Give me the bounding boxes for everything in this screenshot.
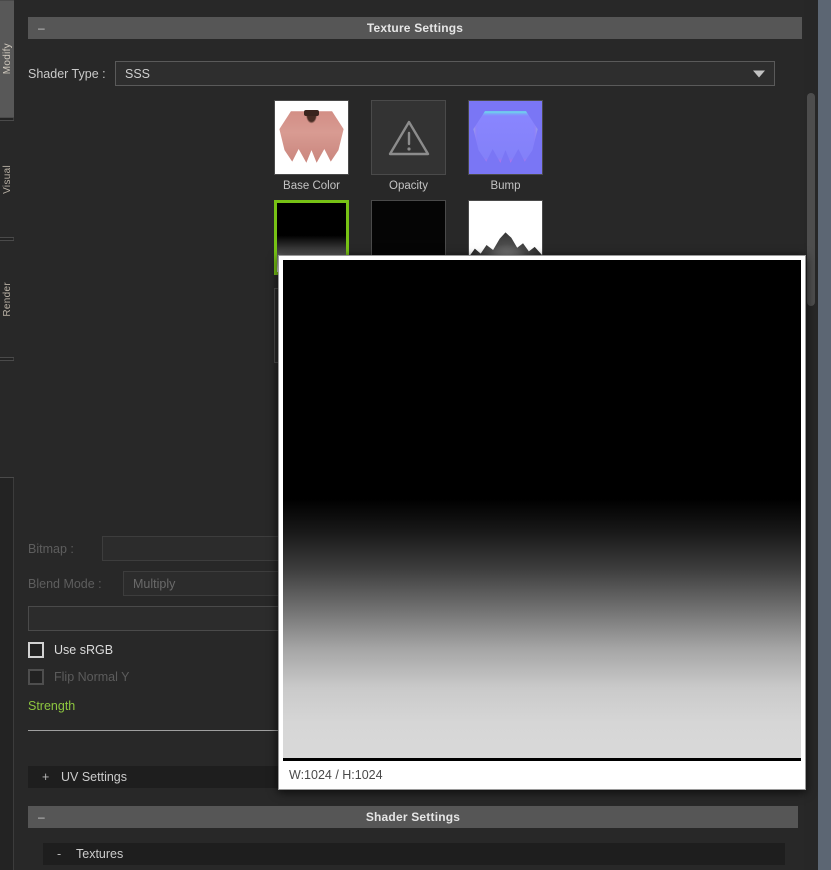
textures-group-label: Textures — [76, 847, 124, 861]
texture-thumbnail[interactable] — [468, 100, 543, 175]
sidebar-tab-visual-label: Visual — [1, 164, 13, 194]
texture-slot-bump[interactable]: Bump — [468, 100, 543, 192]
warning-triangle-icon — [388, 120, 429, 155]
texture-preview-popup: W:1024 / H:1024 — [278, 255, 806, 790]
use-srgb-checkbox[interactable] — [28, 642, 44, 658]
shader-type-value: SSS — [125, 66, 151, 81]
shader-type-label: Shader Type : — [28, 66, 106, 81]
texture-slot-label: Bump — [490, 180, 521, 192]
blend-mode-label: Blend Mode : — [28, 576, 102, 591]
panel-scrollbar[interactable] — [804, 0, 818, 870]
flip-normal-y-label: Flip Normal Y — [54, 670, 130, 684]
base-color-texture-image — [275, 101, 348, 174]
collapse-minus-icon[interactable]: – — [38, 806, 52, 828]
texture-settings-header[interactable]: – Texture Settings — [28, 17, 802, 39]
bump-texture-image — [469, 101, 542, 174]
sidebar-tab-modify-label: Modify — [1, 43, 13, 75]
expand-plus-icon[interactable]: + — [42, 770, 49, 784]
texture-thumbnail[interactable] — [371, 100, 446, 175]
blend-mode-value: Multiply — [133, 576, 176, 591]
shader-settings-title: Shader Settings — [365, 810, 461, 824]
scrollbar-thumb[interactable] — [807, 93, 815, 306]
shader-settings-header[interactable]: – Shader Settings — [28, 806, 798, 828]
texture-slot-label: Base Color — [283, 180, 340, 192]
application-window: Modify Visual Render – Texture Settings … — [0, 0, 831, 870]
texture-preview-image — [283, 260, 801, 761]
sidebar-tab-modify[interactable]: Modify — [0, 0, 14, 118]
shader-type-dropdown[interactable]: SSS — [115, 61, 775, 86]
texture-settings-title: Texture Settings — [366, 21, 464, 35]
texture-slot-opacity[interactable]: Opacity — [371, 100, 446, 192]
texture-slot-base-color[interactable]: Base Color — [274, 100, 349, 192]
opacity-empty-placeholder — [372, 101, 445, 174]
flip-normal-y-checkbox — [28, 669, 44, 685]
collapse-minus-icon[interactable]: – — [38, 17, 52, 39]
bitmap-label: Bitmap : — [28, 541, 74, 556]
texture-preview-dimensions: W:1024 / H:1024 — [283, 761, 801, 789]
vertical-tab-rail: Modify Visual Render — [0, 0, 14, 870]
sidebar-tab-visual[interactable]: Visual — [0, 120, 14, 238]
texture-slot-label: Opacity — [389, 180, 428, 192]
sidebar-tab-extra[interactable] — [0, 360, 14, 478]
texture-thumbnail-row: Base Color Opacity Bump — [274, 100, 564, 192]
right-edge-strip — [818, 0, 831, 870]
texture-thumbnail[interactable] — [274, 100, 349, 175]
use-srgb-label: Use sRGB — [54, 643, 114, 657]
shader-type-row: Shader Type : SSS — [15, 61, 815, 86]
uv-settings-label: UV Settings — [61, 770, 128, 784]
textures-group[interactable]: - Textures — [43, 843, 785, 865]
sidebar-tab-render-label: Render — [1, 281, 13, 317]
collapse-minus-icon[interactable]: - — [57, 847, 64, 861]
chevron-down-icon[interactable] — [753, 70, 765, 77]
sidebar-tab-render[interactable]: Render — [0, 240, 14, 358]
